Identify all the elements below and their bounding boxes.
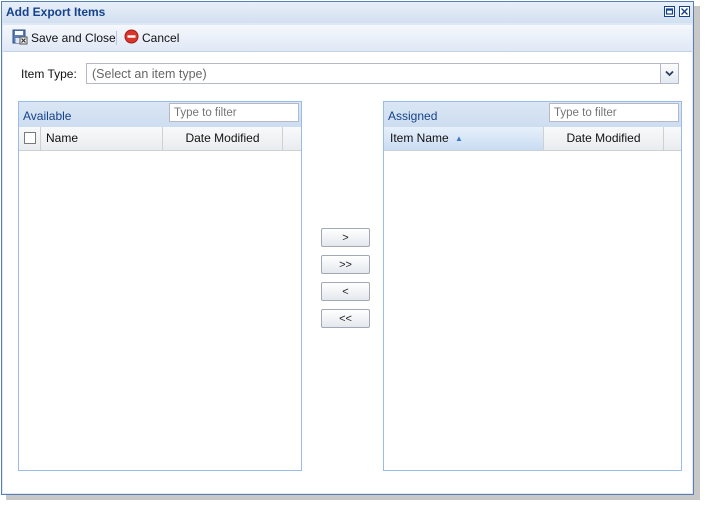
column-date-label: Date Modified <box>566 131 641 145</box>
dialog-title: Add Export Items <box>6 5 106 19</box>
restore-icon[interactable] <box>664 6 675 17</box>
cancel-icon <box>124 29 139 47</box>
available-grid-header: Name Date Modified <box>19 127 301 151</box>
dialog-titlebar[interactable]: Add Export Items <box>2 2 693 23</box>
item-type-label: Item Type: <box>21 67 77 81</box>
assigned-panel: Assigned Item Name ▲ Date Modified <box>383 101 682 471</box>
column-header-name[interactable]: Name <box>41 127 163 150</box>
add-selected-button[interactable]: > <box>321 228 370 247</box>
cancel-button[interactable]: Cancel <box>124 29 179 47</box>
add-all-button[interactable]: >> <box>321 255 370 274</box>
chevron-down-icon[interactable] <box>660 64 678 83</box>
add-export-items-dialog: Add Export Items Save and Close Cancel I… <box>1 1 694 495</box>
item-type-placeholder: (Select an item type) <box>92 67 207 81</box>
item-type-combobox[interactable]: (Select an item type) <box>86 63 679 84</box>
column-header-spacer <box>664 127 681 150</box>
column-header-item-name[interactable]: Item Name ▲ <box>384 127 544 150</box>
toolbar-separator <box>116 31 117 45</box>
select-all-column <box>19 127 41 150</box>
available-title: Available <box>23 109 72 123</box>
column-header-spacer <box>283 127 301 150</box>
column-header-date-modified[interactable]: Date Modified <box>163 127 283 150</box>
save-and-close-button[interactable]: Save and Close <box>12 29 116 47</box>
column-header-date-modified[interactable]: Date Modified <box>544 127 664 150</box>
remove-selected-button[interactable]: < <box>321 282 370 301</box>
column-item-name-label: Item Name <box>390 131 449 145</box>
assigned-title: Assigned <box>388 109 438 123</box>
assigned-grid-header: Item Name ▲ Date Modified <box>384 127 681 151</box>
dialog-body: Item Type: (Select an item type) Availab… <box>3 52 692 493</box>
available-panel: Available Name Date Modified <box>18 101 302 471</box>
remove-all-button[interactable]: << <box>321 309 370 328</box>
column-name-label: Name <box>46 131 79 145</box>
save-and-close-label: Save and Close <box>31 31 116 45</box>
assigned-filter-input[interactable] <box>549 103 679 122</box>
available-filter-input[interactable] <box>169 103 299 122</box>
sort-ascending-icon: ▲ <box>455 134 463 143</box>
cancel-label: Cancel <box>142 31 180 45</box>
save-icon <box>12 29 28 48</box>
assigned-panel-header: Assigned <box>384 102 681 128</box>
dialog-toolbar: Save and Close Cancel <box>3 25 692 52</box>
column-date-label: Date Modified <box>185 131 260 145</box>
select-all-checkbox[interactable] <box>24 132 36 144</box>
available-panel-header: Available <box>19 102 301 128</box>
close-icon[interactable] <box>679 6 690 17</box>
